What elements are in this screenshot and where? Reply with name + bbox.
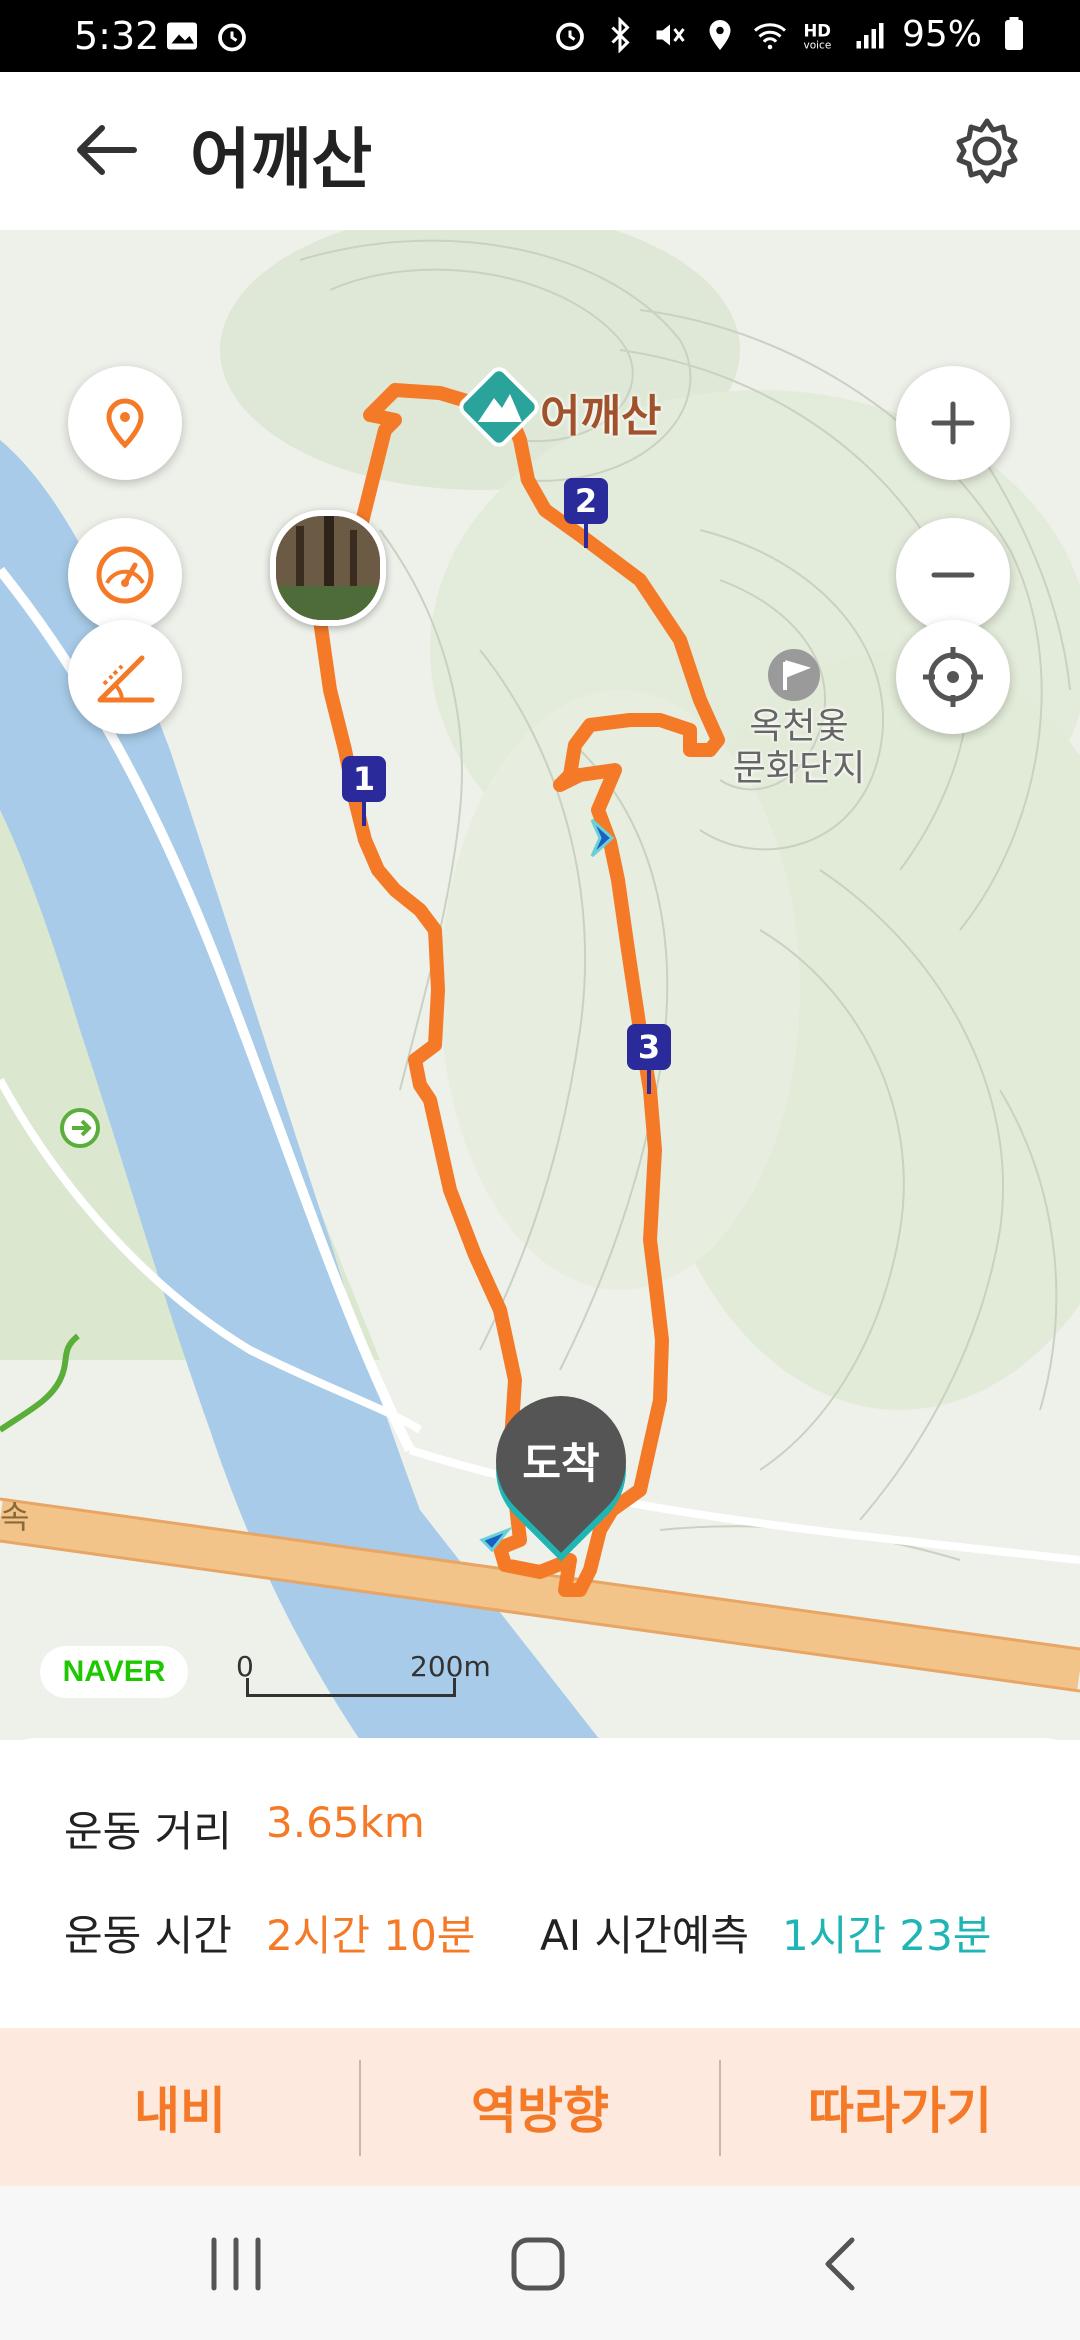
hd-voice-icon: HDvoice: [803, 21, 831, 51]
zoom-out-button[interactable]: [896, 518, 1010, 632]
distance-label: 운동 거리: [64, 1807, 232, 1856]
slope-button[interactable]: [68, 620, 182, 734]
route-marker-2[interactable]: 2: [564, 478, 608, 548]
distance-value: 3.65km: [266, 1798, 425, 1847]
road-label: 속: [0, 1498, 30, 1536]
trail-map[interactable]: 어깨산 옥천옻 문화단지 1 2 3 도착 속 NAVER 0 200m: [0, 230, 1080, 1740]
bluetooth-icon: [611, 16, 630, 53]
battery-percent: 95%: [901, 14, 982, 55]
zoom-out-icon: [931, 572, 975, 578]
status-bar: 5:32 HD voice 95%: [0, 0, 1080, 72]
summit-label: 어깨산: [540, 391, 662, 442]
crosshair-icon: [923, 647, 983, 707]
speedometer-icon: [96, 546, 154, 604]
gear-icon[interactable]: [952, 116, 1022, 186]
back-icon[interactable]: [820, 2234, 860, 2294]
speed-button[interactable]: [68, 518, 182, 632]
arrival-label: 도착: [522, 1439, 600, 1488]
stats-panel: 운동 거리 3.65km 운동 시간 2시간 10분 AI 시간예측 1시간 2…: [0, 1738, 1080, 2028]
reverse-button[interactable]: 역방향: [360, 2028, 720, 2186]
app-header: 어깨산: [0, 72, 1080, 230]
naver-logo: NAVER: [40, 1646, 188, 1698]
location-pin-icon: [106, 398, 144, 449]
poi-flag-icon: [768, 649, 820, 701]
alarm-icon: [556, 22, 584, 50]
time-label: 운동 시간: [64, 1911, 232, 1960]
location-icon: [709, 19, 731, 50]
back-arrow-icon[interactable]: [70, 118, 142, 182]
time-value: 2시간 10분: [266, 1911, 476, 1960]
zoom-in-button[interactable]: [896, 366, 1010, 480]
photo-thumbnail: [276, 516, 380, 620]
svg-text:voice: voice: [803, 39, 831, 51]
ai-prediction-label: AI 시간예측: [540, 1911, 750, 1960]
status-time: 5:32: [74, 14, 160, 58]
navi-button[interactable]: 내비: [0, 2028, 360, 2186]
page-title: 어깨산: [190, 121, 373, 198]
mute-icon: [656, 24, 685, 45]
follow-button[interactable]: 따라가기: [720, 2028, 1080, 2186]
action-bar: 내비 역방향 따라가기: [0, 2028, 1080, 2186]
zoom-in-icon: [931, 401, 975, 445]
system-nav-bar: [0, 2186, 1080, 2340]
route-marker-1[interactable]: 1: [342, 756, 386, 826]
signal-icon: [856, 22, 884, 48]
svg-text:HD: HD: [803, 21, 831, 40]
poi-label[interactable]: 옥천옻 문화단지: [724, 706, 874, 790]
recenter-button[interactable]: [896, 620, 1010, 734]
gallery-icon: [167, 22, 197, 50]
photo-pin[interactable]: [270, 510, 386, 626]
scale-bar: [246, 1678, 456, 1697]
recent-apps-icon[interactable]: [206, 2236, 266, 2292]
route-marker-3[interactable]: 3: [627, 1024, 671, 1094]
my-location-button[interactable]: [68, 366, 182, 480]
alarm-icon: [218, 23, 246, 52]
slope-icon: [97, 655, 155, 703]
ai-prediction-value: 1시간 23분: [782, 1911, 992, 1960]
wifi-icon: [753, 22, 786, 49]
battery-icon: [1005, 16, 1023, 50]
home-icon[interactable]: [508, 2234, 568, 2294]
